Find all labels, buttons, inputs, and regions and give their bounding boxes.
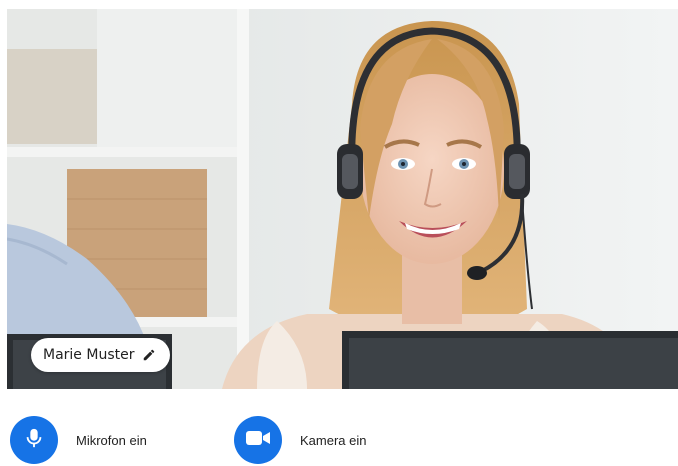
- microphone-toggle[interactable]: Mikrofon ein: [10, 416, 147, 464]
- video-preview: Marie Muster: [7, 9, 678, 389]
- participant-name: Marie Muster: [43, 347, 135, 363]
- video-frame-image: [7, 9, 678, 389]
- video-camera-icon: [245, 429, 271, 452]
- camera-toggle[interactable]: Kamera ein: [234, 416, 366, 464]
- microphone-icon: [23, 425, 45, 456]
- camera-label: Kamera ein: [300, 432, 367, 448]
- media-controls: Mikrofon ein Kamera ein: [0, 400, 678, 466]
- pencil-icon[interactable]: [142, 348, 156, 362]
- microphone-button[interactable]: [10, 416, 58, 464]
- microphone-label: Mikrofon ein: [76, 432, 147, 448]
- participant-name-chip[interactable]: Marie Muster: [31, 338, 171, 372]
- camera-button[interactable]: [234, 416, 282, 464]
